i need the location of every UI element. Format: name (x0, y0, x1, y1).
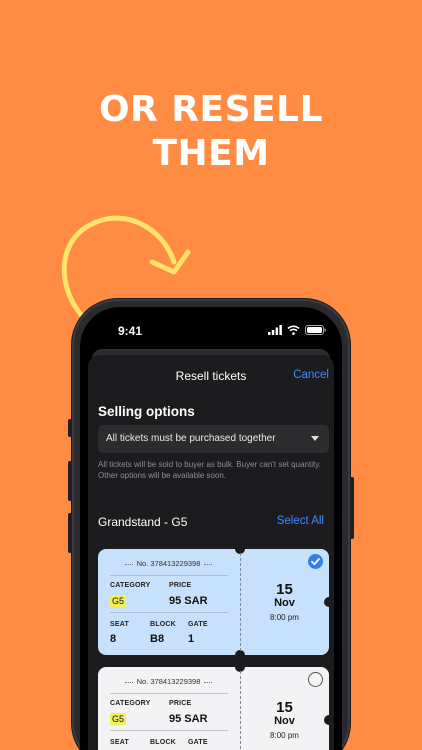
ticket-card[interactable]: No. 378413229398 CATEGORY PRICE G5 95 SA… (98, 662, 334, 750)
phone-mockup: 9:41 Resell tickets Cancel Selling optio… (68, 299, 354, 750)
divider (110, 612, 228, 613)
ticket-select-checkbox[interactable] (308, 554, 323, 569)
battery-icon (305, 325, 326, 335)
selling-option-value: All tickets must be purchased together (106, 433, 276, 444)
headline-line-2: THEM (152, 133, 270, 174)
divider (110, 693, 228, 694)
wifi-icon (287, 325, 300, 335)
price-value: 95 SAR (169, 595, 208, 607)
seat-label: SEAT (110, 739, 129, 746)
event-day: 15 (276, 581, 293, 598)
price-label: PRICE (169, 582, 192, 589)
category-label: CATEGORY (110, 700, 151, 707)
event-day: 15 (276, 699, 293, 716)
cancel-button[interactable]: Cancel (293, 369, 329, 381)
ticket-number: No. 378413229398 (106, 559, 231, 568)
resell-sheet: Resell tickets Cancel Selling options Al… (88, 355, 334, 750)
checkmark-icon (311, 558, 320, 566)
price-value: 95 SAR (169, 713, 208, 725)
status-time: 9:41 (118, 324, 143, 338)
divider (110, 575, 228, 576)
seat-value: 8 (110, 633, 117, 645)
block-label: BLOCK (150, 621, 176, 628)
event-month: Nov (274, 715, 295, 727)
divider (110, 730, 228, 731)
signal-icon (268, 325, 282, 335)
ticket-notch (235, 650, 245, 660)
gate-label: GATE (188, 621, 208, 628)
mute-switch (68, 419, 72, 437)
ticket-group-title: Grandstand - G5 (98, 515, 188, 529)
phone-screen: 9:41 Resell tickets Cancel Selling optio… (80, 307, 342, 750)
ticket-select-checkbox[interactable] (308, 672, 323, 687)
sheet-header: Resell tickets Cancel (88, 355, 334, 399)
category-badge: G5 (110, 713, 127, 725)
selling-options-title: Selling options (98, 404, 195, 419)
volume-up-button (68, 461, 72, 501)
selling-help-text: All tickets will be sold to buyer as bul… (98, 460, 321, 480)
category-badge: G5 (110, 595, 127, 607)
event-time: 8:00 pm (270, 731, 299, 740)
headline: OR RESELL THEM (0, 88, 422, 176)
block-value: B8 (150, 633, 165, 645)
power-button (350, 477, 354, 539)
selling-option-dropdown[interactable]: All tickets must be purchased together (98, 425, 329, 453)
gate-label: GATE (188, 739, 208, 746)
status-bar: 9:41 (80, 307, 342, 347)
volume-down-button (68, 513, 72, 553)
ticket-card[interactable]: No. 378413229398 CATEGORY PRICE G5 95 SA… (98, 544, 334, 660)
gate-value: 1 (188, 633, 195, 645)
event-month: Nov (274, 597, 295, 609)
seat-label: SEAT (110, 621, 129, 628)
price-label: PRICE (169, 700, 192, 707)
ticket-number: No. 378413229398 (106, 677, 231, 686)
block-label: BLOCK (150, 739, 176, 746)
headline-line-1: OR RESELL (98, 89, 324, 130)
select-all-button[interactable]: Select All (277, 515, 324, 527)
category-label: CATEGORY (110, 582, 151, 589)
event-time: 8:00 pm (270, 613, 299, 622)
chevron-down-icon (311, 436, 319, 441)
